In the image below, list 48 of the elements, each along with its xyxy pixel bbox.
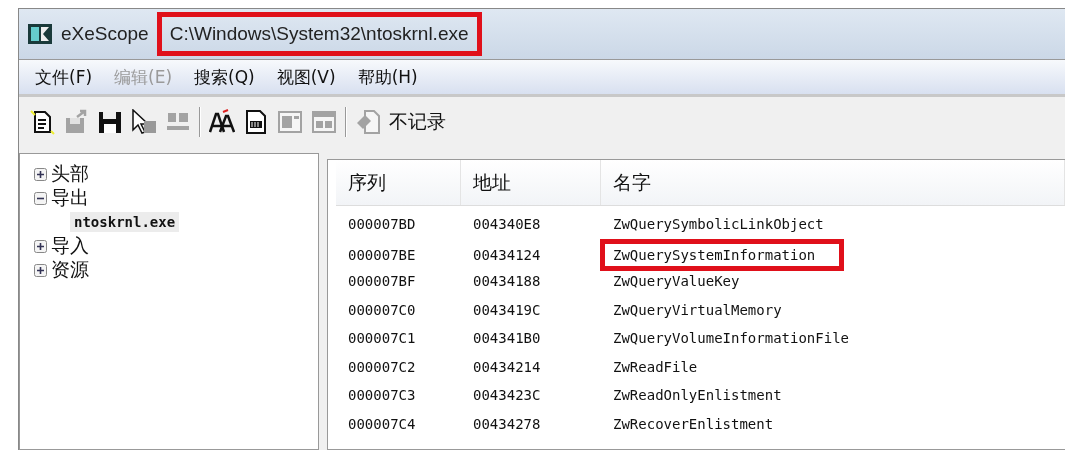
column-header[interactable]: 地址 — [461, 160, 601, 205]
table-cell-text: ZwReadOnlyEnlistment — [612, 387, 782, 404]
app-name: eXeScope — [61, 23, 149, 45]
tree-item[interactable]: 头部 — [51, 161, 89, 187]
page-icon[interactable] — [29, 109, 55, 135]
file-path: C:\Windows\System32\ntoskrnl.exe — [156, 12, 482, 56]
table-cell-text: ZwQuerySymbolicLinkObject — [612, 216, 824, 233]
collapse-icon[interactable] — [34, 191, 47, 205]
table-cell-text: 000007C4 — [347, 415, 416, 432]
table-cell-text: 004341B0 — [472, 330, 541, 347]
table-cell-text: 004340E8 — [472, 216, 541, 233]
table-cell-text: ZwQueryValueKey — [612, 273, 740, 290]
table-cell-text: 000007BE — [347, 246, 416, 263]
table-cell-text: ZwReadFile — [612, 358, 698, 375]
table-cell-text: 00434124 — [472, 246, 541, 263]
tree-item[interactable]: 资源 — [51, 257, 89, 283]
table-cell-text: 000007C0 — [347, 301, 416, 318]
table-cell-text: 0043419C — [472, 301, 541, 318]
menu-item[interactable]: 搜索(Q) — [186, 63, 263, 91]
tree-item[interactable]: 导出 — [51, 185, 89, 211]
expand-icon[interactable] — [34, 239, 47, 253]
pointer-icon[interactable] — [131, 109, 157, 135]
menu-item[interactable]: 文件(F) — [27, 63, 101, 91]
table-cell-text: ZwQueryVirtualMemory — [612, 301, 782, 318]
column-header[interactable]: 序列 — [336, 160, 461, 205]
table-cell-text: 0043423C — [472, 387, 541, 404]
document-icon[interactable] — [243, 109, 269, 135]
table-cell-text: 00434188 — [472, 273, 541, 290]
menu-item[interactable]: 帮助(H) — [349, 63, 426, 91]
table-cell-text: 000007C1 — [347, 330, 416, 347]
expand-icon[interactable] — [34, 263, 47, 277]
table-cell-text: 00434214 — [472, 358, 541, 375]
tree-item[interactable]: 导入 — [51, 233, 89, 259]
app-icon — [27, 21, 53, 47]
table-cell-text: 000007C2 — [347, 358, 416, 375]
table-cell-text: 000007BF — [347, 273, 416, 290]
tree-item[interactable]: ntoskrnl.exe — [70, 212, 180, 232]
table-cell-text: ZwRecoverEnlistment — [612, 415, 774, 432]
font-icon[interactable] — [209, 109, 235, 135]
menu-item[interactable]: 视图(V) — [268, 63, 344, 91]
column-header[interactable]: 名字 — [601, 160, 1065, 205]
table-cell-text: 000007BD — [347, 216, 416, 233]
table-cell-text: 00434278 — [472, 415, 541, 432]
table-cell: ZwQuerySystemInformation — [600, 238, 845, 271]
expand-icon[interactable] — [34, 167, 47, 181]
table-cell-text: ZwQueryVolumeInformationFile — [612, 330, 849, 347]
table-cell-text: 000007C3 — [347, 387, 416, 404]
toolbar-button[interactable]: 不记录 — [389, 109, 446, 135]
